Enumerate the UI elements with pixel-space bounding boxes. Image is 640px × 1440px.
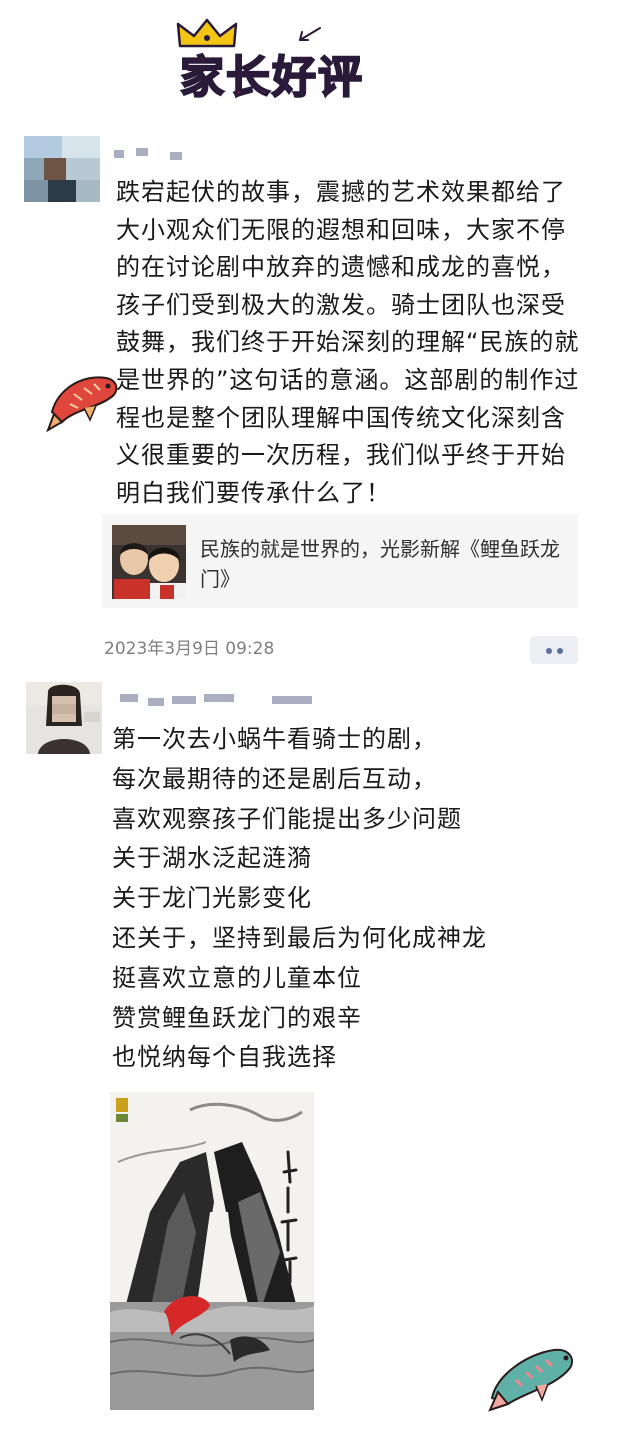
link-card-title[interactable]: 民族的就是世界的，光影新解《鲤鱼跃龙 门》 xyxy=(200,534,570,594)
post1-line: 程也是整个团队理解中国传统文化深刻含 xyxy=(116,403,566,432)
avatar[interactable] xyxy=(24,136,100,202)
page-title: 家长好评 xyxy=(179,48,364,108)
koi-fish-icon xyxy=(46,376,118,433)
post1-line: 大小观众们无限的遐想和回味，大家不停 xyxy=(116,215,566,244)
post1-line: 孩子们受到极大的激发。骑士团队也深受 xyxy=(116,290,566,319)
post2-line: 关于湖水泛起涟漪 xyxy=(112,844,312,873)
post1-line: 跌宕起伏的故事，震撼的艺术效果都给了 xyxy=(116,178,566,206)
post2-body: 第一次去小蜗牛看骑士的剧， 每次最期待的还是剧后互动， 喜欢观察孩子们能提出多少… xyxy=(112,720,592,1078)
link-thumbnail xyxy=(112,525,186,599)
link-thumbnail-image xyxy=(112,525,186,599)
avatar[interactable] xyxy=(26,682,102,754)
post2-line: 关于龙门光影变化 xyxy=(112,884,312,913)
more-dots-icon-dot xyxy=(557,648,563,654)
post2-line: 第一次去小蜗牛看骑士的剧， xyxy=(112,725,437,753)
post1-username-redacted xyxy=(108,146,188,160)
post2-line: 每次最期待的还是剧后互动， xyxy=(112,764,437,793)
page-title-part1: 家长 xyxy=(179,51,272,104)
avatar-image xyxy=(24,136,100,202)
post1-body: 跌宕起伏的故事，震撼的艺术效果都给了 大小观众们无限的遐想和回味，大家不停 的在… xyxy=(116,174,590,512)
link-card-title-line2: 门》 xyxy=(200,567,240,591)
post1-line: 的在讨论剧中放弃的遗憾和成龙的喜悦， xyxy=(116,253,566,282)
post1-line: 明白我们要传承什么了！ xyxy=(116,478,391,507)
poster-artwork xyxy=(110,1092,314,1410)
post2-line: 赞赏鲤鱼跃龙门的艰辛 xyxy=(112,1003,362,1032)
post2-line: 也悦纳每个自我选择 xyxy=(112,1043,337,1072)
avatar-image xyxy=(26,682,102,754)
page-title-part2: 好评 xyxy=(271,51,364,104)
post-timestamp: 2023年3月9日 09:28 xyxy=(104,639,275,659)
crown-icon xyxy=(176,18,238,48)
post1-line: 义很重要的一次历程，我们似乎终于开始 xyxy=(116,441,566,470)
post2-username-redacted xyxy=(112,690,332,706)
post1-line: 是世界的”这句话的意涵。这部剧的制作过 xyxy=(116,365,580,394)
poster-image[interactable] xyxy=(110,1092,314,1410)
post2-line: 还关于，坚持到最后为何化成神龙 xyxy=(112,923,487,952)
more-dots-icon xyxy=(546,648,552,654)
koi-fish-icon xyxy=(488,1348,573,1412)
post2-line: 挺喜欢立意的儿童本位 xyxy=(112,963,362,992)
post1-line: 鼓舞，我们终于开始深刻的理解“民族的就 xyxy=(116,328,580,357)
link-card-title-line1: 民族的就是世界的，光影新解《鲤鱼跃龙 xyxy=(200,537,560,561)
arrow-icon xyxy=(299,27,321,41)
more-button[interactable] xyxy=(530,636,578,664)
post2-line: 喜欢观察孩子们能提出多少问题 xyxy=(112,804,462,833)
